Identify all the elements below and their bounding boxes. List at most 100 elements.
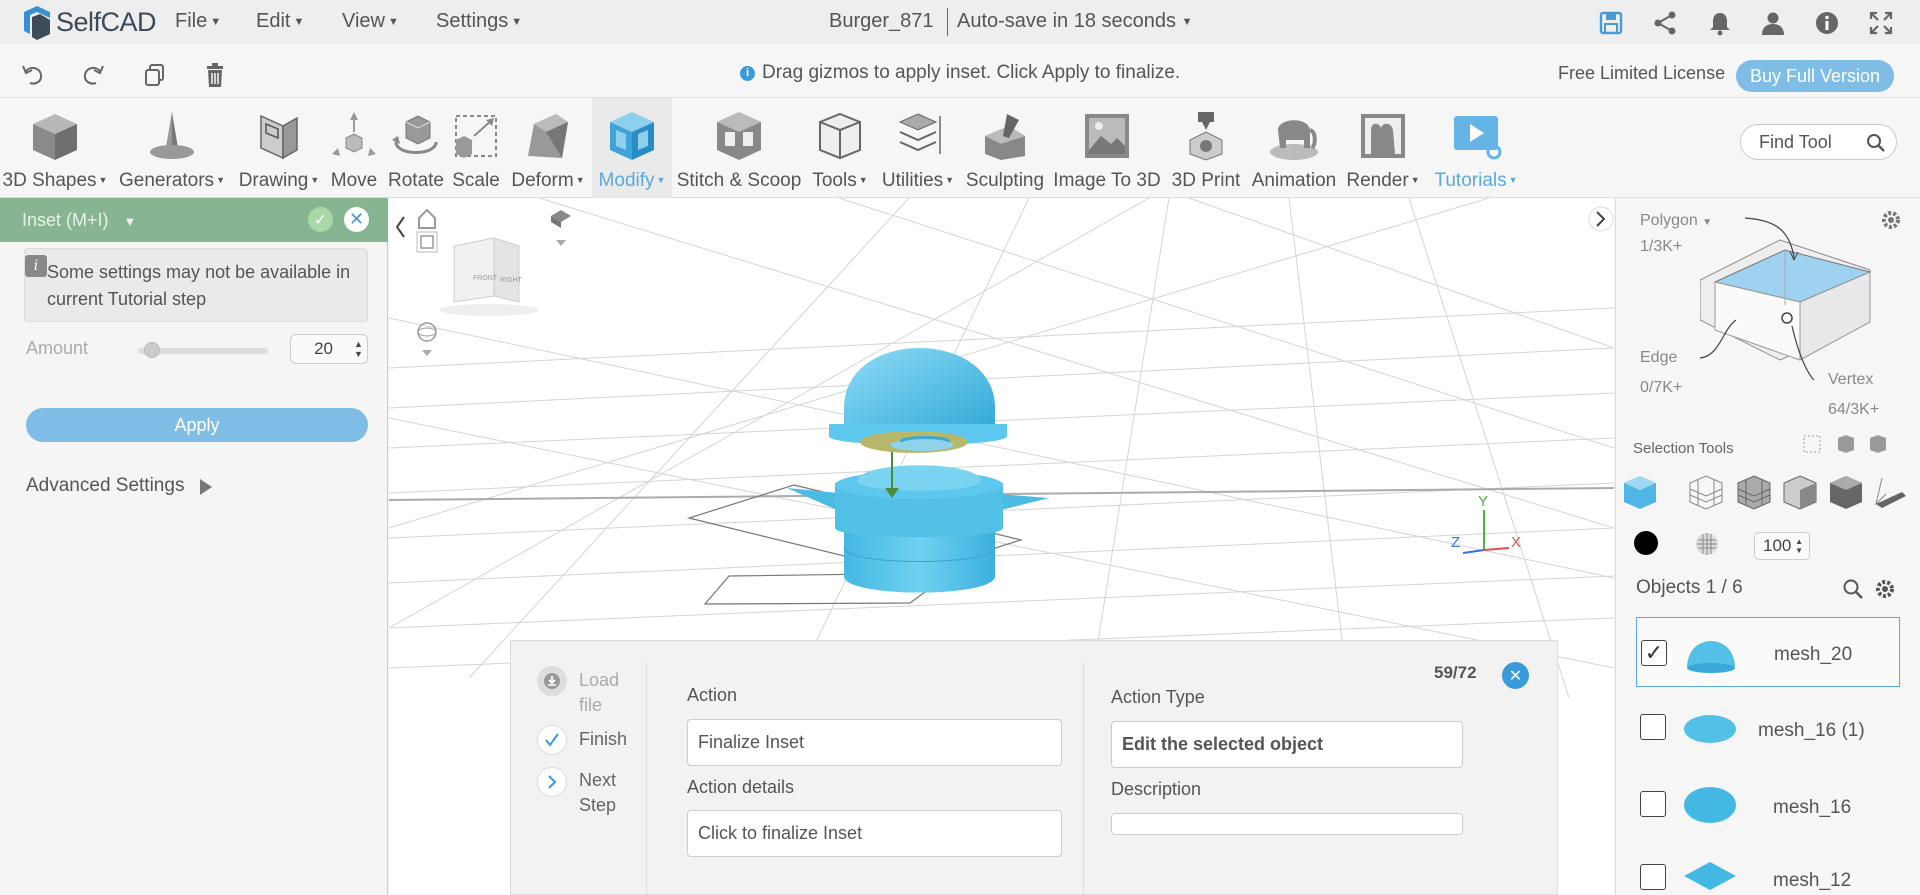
frame-view-icon[interactable] [416,231,438,253]
tool-tools[interactable]: Tools ▼ [804,98,876,198]
camera-icon[interactable] [551,210,571,246]
step-counter: 59/72 [1434,663,1477,682]
objects-settings-gear-icon[interactable] [1874,578,1896,600]
expand-triangle-icon[interactable] [200,479,212,495]
utilities-layers-icon [898,113,941,154]
tool-scale[interactable]: Scale [448,98,504,198]
next-step[interactable]: Next Step [579,768,629,818]
menu-view[interactable]: View ▼ [342,10,399,33]
close-tutorial-icon[interactable]: ✕ [1502,662,1529,689]
advanced-settings-toggle[interactable]: Advanced Settings [26,475,184,497]
burger-mesh[interactable] [686,348,1049,605]
orbit-icon[interactable] [417,322,437,356]
object-row-mesh-20[interactable]: ✓ mesh_20 [1636,617,1900,687]
edge-mode-label[interactable]: Edge [1640,349,1677,367]
tool-animation[interactable]: Animation [1250,98,1338,198]
grid-floor [389,198,1614,699]
notifications-bell-icon[interactable] [1707,10,1733,36]
selection-tools-row[interactable] [1622,474,1908,510]
app-name: SelfCAD [56,6,157,37]
amount-stepper[interactable]: ▲ ▼ [354,339,363,359]
move-arrows-icon [332,112,376,156]
tool-generators[interactable]: Generators ▼ [113,98,231,198]
opacity-input[interactable]: 100 ▲ ▼ [1754,532,1810,560]
amount-label: Amount [26,338,89,358]
object-checkbox[interactable]: ✓ [1641,640,1667,666]
tool-tutorials[interactable]: Tutorials ▼ [1428,98,1524,198]
object-row-mesh-12[interactable]: mesh_12 [1636,848,1900,895]
share-icon[interactable] [1652,10,1678,36]
object-row-mesh-16-1[interactable]: mesh_16 (1) [1636,694,1900,764]
help-info-icon[interactable] [1814,10,1840,36]
tool-sculpting[interactable]: Sculpting [960,98,1050,198]
logo[interactable]: SelfCAD [20,4,157,40]
object-checkbox[interactable] [1640,791,1666,817]
license-label: Free Limited License [1558,63,1726,83]
stitch-scoop-icon [717,112,761,160]
object-row-mesh-16[interactable]: mesh_16 [1636,771,1900,841]
panel-title[interactable]: Inset (M+I) ▼ [22,210,136,231]
tool-modify[interactable]: Modify ▼ [592,98,672,198]
texture-pattern-icon[interactable] [1694,531,1720,557]
y-axis-label: Y [1478,493,1488,510]
action-details-field: Click to finalize Inset [687,810,1062,857]
selection-settings-gear-icon[interactable] [1880,209,1902,231]
collapse-right-panel-icon[interactable] [1588,206,1614,232]
tutorial-divider [1083,662,1084,895]
axis-gizmo: Y X Z [1451,493,1521,554]
selection-mode-cube[interactable] [1700,210,1880,380]
tool-3d-print[interactable]: 3D Print [1164,98,1248,198]
object-name: mesh_16 [1773,797,1852,818]
3d-printer-icon [1189,112,1223,161]
load-file-step[interactable]: Load file [579,668,629,718]
object-checkbox[interactable] [1640,714,1666,740]
autosave-dropdown[interactable]: Auto-save in 18 seconds ▼ [957,10,1192,33]
menu-settings[interactable]: Settings ▼ [436,10,522,33]
object-name: mesh_12 [1773,870,1852,891]
tool-image-to-3d[interactable]: Image To 3D [1052,98,1162,198]
object-checkbox[interactable] [1640,864,1666,890]
view-cube[interactable]: FRONT RIGHT [439,237,539,316]
finish-step[interactable]: Finish [579,729,627,750]
confirm-check-icon[interactable]: ✓ [308,207,333,232]
menu-edit[interactable]: Edit ▼ [256,10,304,33]
generator-spike-icon [150,112,194,159]
menu-file[interactable]: File ▼ [175,10,221,33]
user-account-icon[interactable] [1760,10,1786,36]
redo-icon[interactable] [80,62,106,88]
delete-trash-icon[interactable] [202,62,228,88]
amount-slider-handle[interactable] [143,342,160,358]
undo-icon[interactable] [20,62,46,88]
title-divider [947,8,948,36]
fullscreen-icon[interactable] [1868,10,1894,36]
tool-settings-panel: Inset (M+I) ▼ ✓ ✕ i Some settings may no… [0,198,388,895]
tutorial-divider [646,662,647,895]
tool-3d-shapes[interactable]: 3D Shapes ▼ [0,98,110,198]
tool-utilities[interactable]: Utilities ▼ [878,98,958,198]
tool-rotate[interactable]: Rotate [385,98,447,198]
search-objects-icon[interactable] [1842,578,1864,600]
color-swatch[interactable] [1634,531,1658,555]
next-step-chevron-icon[interactable] [537,767,567,797]
vertex-mode-label[interactable]: Vertex [1828,371,1873,389]
tool-move[interactable]: Move [325,98,383,198]
tool-drawing[interactable]: Drawing ▼ [235,98,323,198]
find-tool-search[interactable]: Find Tool [1740,124,1897,160]
view-cube-right-label: RIGHT [500,277,523,284]
home-view-icon[interactable] [418,208,436,229]
buy-full-version-button[interactable]: Buy Full Version [1736,60,1894,92]
mesh-thumbnail-diamond [1684,862,1736,890]
document-title[interactable]: Burger_871 [829,10,934,33]
apply-button[interactable]: Apply [26,408,368,442]
collapse-left-panel-icon[interactable] [395,216,405,238]
tool-stitch-scoop[interactable]: Stitch & Scoop [676,98,802,198]
close-panel-icon[interactable]: ✕ [344,207,369,232]
action-label: Action [687,685,738,705]
copy-icon[interactable] [142,62,168,88]
finish-check-icon[interactable] [537,725,567,755]
save-icon[interactable] [1598,10,1624,36]
selection-mode-icons[interactable] [1802,433,1902,455]
tool-render[interactable]: Render ▼ [1340,98,1426,198]
load-file-icon[interactable] [537,666,567,696]
tool-deform[interactable]: Deform ▼ [506,98,590,198]
